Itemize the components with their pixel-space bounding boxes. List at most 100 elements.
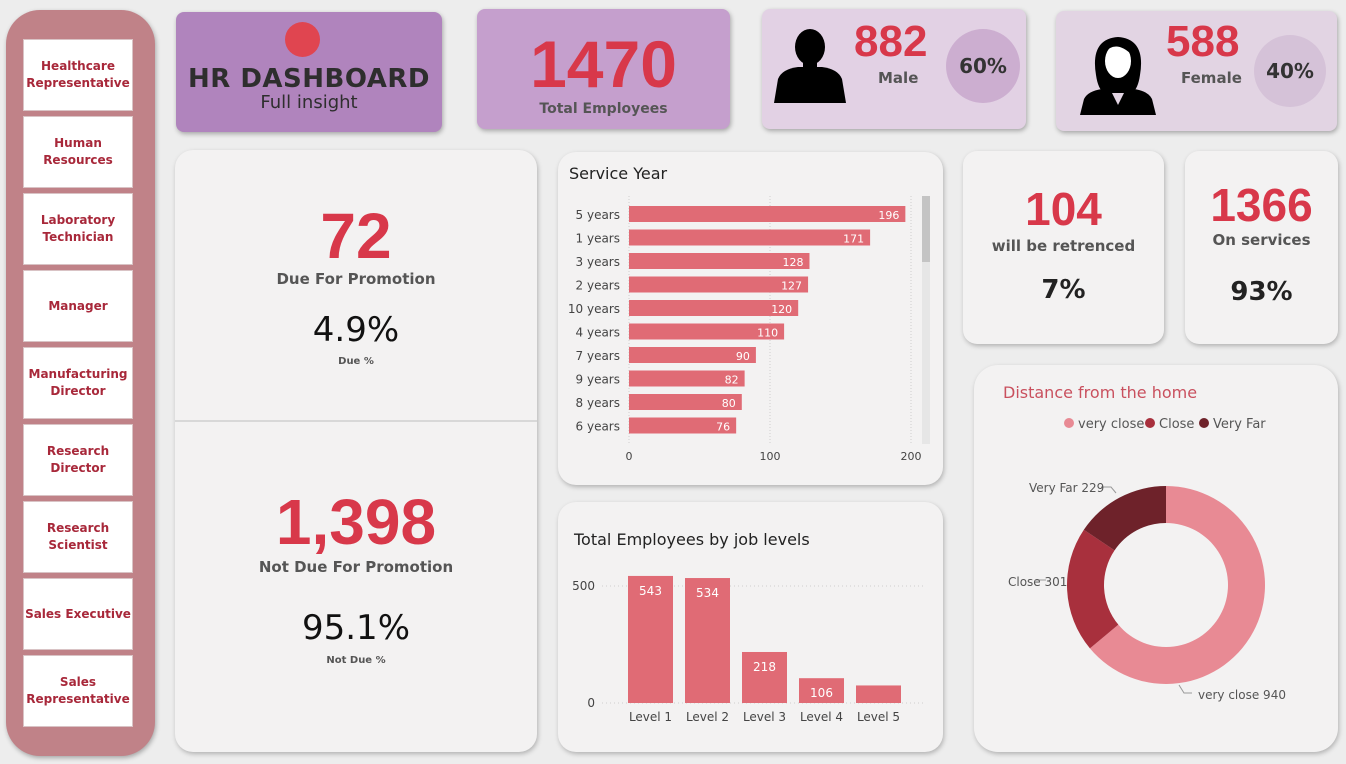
sidebar-item-healthcare-representative[interactable]: Healthcare Representative [23,39,133,111]
divider [175,420,537,422]
service-year-chart: 0 100 200 5 years 196 1 years 171 3 years 128 2 y… [568,196,922,463]
retrenched-label: will be retrenced [991,237,1136,255]
male-count: 882 [854,17,928,66]
data-label: 106 [810,686,833,700]
female-label: Female [1181,69,1242,87]
y-tick-label: 500 [572,579,595,593]
category-label: Level 3 [743,710,786,724]
leader-line [1178,684,1192,694]
data-label: 90 [736,350,750,363]
not-due-promotion-percent: 95.1% [301,608,410,648]
bar[interactable] [629,229,871,246]
legend-label: Very Far [1213,417,1266,432]
sidebar-item-label: Healthcare Representative [26,59,130,90]
on-services-value: 1366 [1210,179,1313,231]
sidebar-item-research-scientist[interactable]: Research Scientist [23,501,133,573]
job-levels-chart: 0 500 543 Level 1 534 Level 2 218 Level 3 106 Lev… [572,575,923,724]
category-label: 8 years [576,396,620,410]
service-year-card: Service Year 0 100 200 5 years 196 1 years 171… [558,152,943,485]
sidebar-item-manager[interactable]: Manager [23,270,133,342]
male-label: Male [878,69,919,87]
data-label: 128 [782,256,803,269]
sidebar-item-research-director[interactable]: Research Director [23,424,133,496]
not-due-promotion-label: Not Due For Promotion [258,558,454,576]
total-employees-card: 1470 Total Employees [477,9,730,129]
retrenched-card: 104 will be retrenced 7% [963,151,1164,344]
category-label: Level 4 [800,710,843,724]
scrollbar-thumb[interactable] [922,196,930,262]
category-label: Level 2 [686,710,729,724]
retrenched-percent: 7% [1041,275,1086,305]
category-label: 5 years [576,208,620,222]
data-label: 120 [771,303,792,316]
page-title: HR DASHBOARD [188,64,430,94]
page-subtitle: Full insight [260,92,358,113]
legend-marker [1064,418,1074,428]
header-card: HR DASHBOARD Full insight [176,12,442,132]
category-label: 10 years [568,302,620,316]
data-label: 82 [725,374,739,387]
sidebar-item-label: Manufacturing Director [28,367,128,398]
sidebar-item-manufacturing-director[interactable]: Manufacturing Director [23,347,133,419]
slice-label: very close 940 [1198,688,1286,702]
sidebar-item-sales-executive[interactable]: Sales Executive [23,578,133,650]
sidebar-item-sales-representative[interactable]: Sales Representative [23,655,133,727]
red-dot-icon [285,22,320,57]
sidebar-item-label: Manager [48,298,108,313]
sidebar-item-label: Research Director [46,444,110,475]
legend-label: Close [1159,417,1194,432]
sidebar-item-label: Human Resources [43,136,113,167]
data-label: 76 [716,421,730,434]
sidebar-item-label: Sales Representative [26,675,130,706]
y-tick-label: 0 [587,696,595,710]
job-levels-card: Total Employees by job levels 0 500 543 Lev… [558,502,943,752]
category-label: Level 5 [857,710,900,724]
on-services-card: 1366 On services 93% [1185,151,1338,344]
due-promotion-label: Due For Promotion [276,270,436,288]
data-label: 80 [722,397,736,410]
due-promotion-value: 72 [320,200,392,272]
female-count: 588 [1166,17,1240,66]
female-silhouette-icon [1080,37,1156,115]
data-label: 127 [781,280,802,293]
category-label: 3 years [576,255,620,269]
bar[interactable] [856,685,901,703]
not-due-promotion-percent-label: Not Due % [326,655,386,666]
sidebar-item-laboratory-technician[interactable]: Laboratory Technician [23,193,133,265]
total-employees-value: 1470 [530,27,677,101]
category-label: 9 years [576,373,620,387]
category-label: 7 years [576,349,620,363]
category-label: Level 1 [629,710,672,724]
data-label: 534 [696,586,719,600]
data-label: 171 [843,233,864,246]
due-promotion-percent-label: Due % [338,356,374,367]
bar[interactable] [629,206,906,222]
due-promotion-percent: 4.9% [312,310,400,350]
x-tick-label: 100 [760,450,781,463]
male-silhouette-icon [774,29,846,103]
on-services-label: On services [1212,231,1311,249]
sidebar-item-human-resources[interactable]: Human Resources [23,116,133,188]
category-label: 2 years [576,279,620,293]
distance-card: Distance from the home very close Close Ve… [974,365,1338,752]
slice-label: Very Far 229 [1029,481,1104,495]
x-tick-label: 200 [901,450,922,463]
slice-label: Close 301 [1008,575,1067,589]
female-percent: 40% [1254,35,1326,107]
male-card: 882 Male 60% [762,9,1026,129]
category-label: 4 years [576,326,620,340]
legend-marker [1199,418,1209,428]
female-card: 588 Female 40% [1056,11,1337,131]
on-services-percent: 93% [1230,277,1293,307]
total-employees-label: Total Employees [539,101,668,117]
retrenched-value: 104 [1025,183,1102,235]
legend-label: very close [1078,417,1144,432]
legend-marker [1145,418,1155,428]
male-percent: 60% [946,29,1020,103]
x-tick-label: 0 [626,450,633,463]
data-label: 110 [757,327,778,340]
data-label: 218 [753,660,776,674]
service-year-scrollbar[interactable] [922,196,930,444]
category-label: 6 years [576,420,620,434]
sidebar-item-label: Sales Executive [25,606,131,621]
